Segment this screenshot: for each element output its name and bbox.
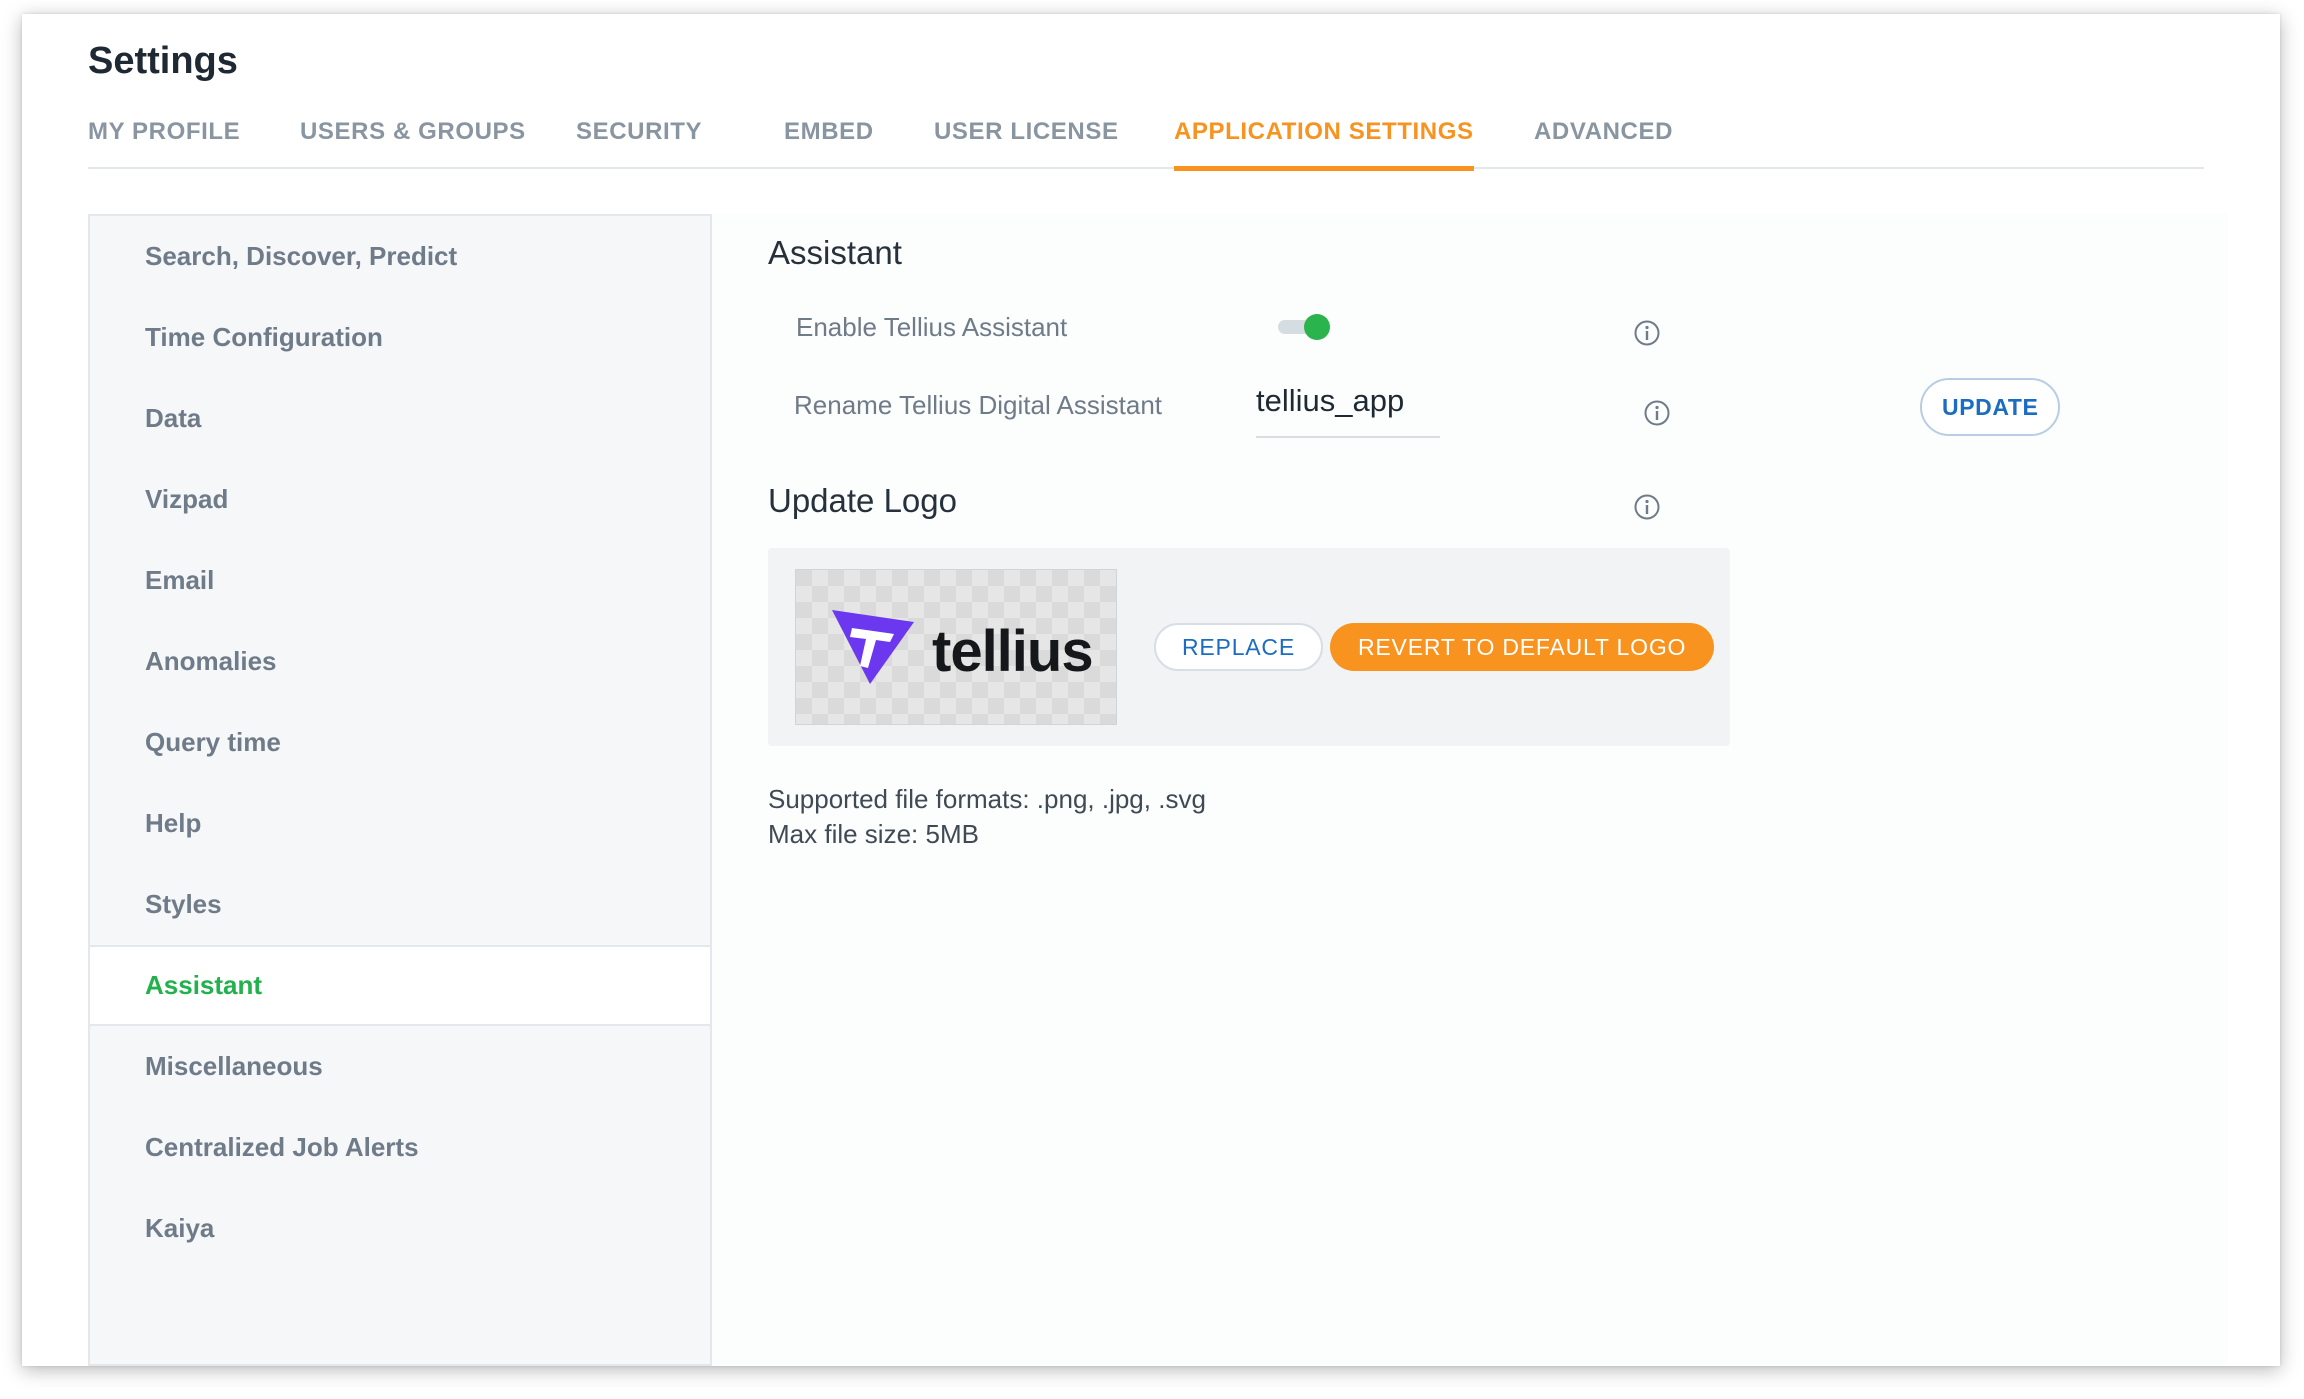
logo-preview: tellius	[795, 569, 1117, 725]
sidebar-item-assistant[interactable]: Assistant	[90, 945, 710, 1026]
sidebar-item-vizpad[interactable]: Vizpad	[90, 459, 710, 540]
replace-logo-button[interactable]: REPLACE	[1154, 623, 1323, 671]
max-file-size-note: Max file size: 5MB	[768, 819, 979, 849]
tellius-logo-mark-icon	[832, 610, 914, 684]
settings-tabs: MY PROFILE USERS & GROUPS SECURITY EMBED…	[88, 102, 2204, 171]
rename-assistant-label: Rename Tellius Digital Assistant	[794, 390, 1163, 420]
sidebar-item-query-time[interactable]: Query time	[90, 702, 710, 783]
tab-security[interactable]: SECURITY	[576, 102, 702, 169]
tab-user-license[interactable]: USER LICENSE	[934, 102, 1119, 169]
assistant-section-title: Assistant	[768, 234, 902, 271]
settings-sidebar: Search, Discover, Predict Time Configura…	[88, 214, 712, 1366]
settings-content: Assistant Enable Tellius Assistant Renam…	[712, 214, 2228, 1366]
info-icon[interactable]	[1632, 318, 1662, 348]
supported-formats-note: Supported file formats: .png, .jpg, .svg	[768, 784, 1206, 814]
sidebar-item-anomalies[interactable]: Anomalies	[90, 621, 710, 702]
sidebar-item-centralized-job-alerts[interactable]: Centralized Job Alerts	[90, 1107, 710, 1188]
sidebar-item-time-configuration[interactable]: Time Configuration	[90, 297, 710, 378]
assistant-name-input[interactable]	[1256, 374, 1440, 438]
sidebar-item-search-discover-predict[interactable]: Search, Discover, Predict	[90, 216, 710, 297]
tab-users-groups[interactable]: USERS & GROUPS	[300, 102, 526, 169]
sidebar-item-email[interactable]: Email	[90, 540, 710, 621]
settings-window: Settings MY PROFILE USERS & GROUPS SECUR…	[22, 14, 2280, 1366]
revert-default-logo-button[interactable]: REVERT TO DEFAULT LOGO	[1330, 623, 1715, 671]
tab-embed[interactable]: EMBED	[784, 102, 874, 169]
enable-assistant-toggle[interactable]	[1278, 312, 1330, 340]
sidebar-item-styles[interactable]: Styles	[90, 864, 710, 945]
sidebar-item-help[interactable]: Help	[90, 783, 710, 864]
update-logo-title: Update Logo	[768, 482, 957, 519]
logo-panel: tellius REPLACE REVERT TO DEFAULT LOGO	[768, 548, 1730, 746]
enable-assistant-label: Enable Tellius Assistant	[796, 312, 1068, 342]
sidebar-item-kaiya[interactable]: Kaiya	[90, 1188, 710, 1269]
sidebar-item-data[interactable]: Data	[90, 378, 710, 459]
update-button[interactable]: UPDATE	[1920, 378, 2061, 436]
toggle-knob	[1304, 314, 1330, 340]
info-icon[interactable]	[1642, 398, 1672, 428]
logo-wordmark: tellius	[932, 619, 1094, 684]
tab-my-profile[interactable]: MY PROFILE	[88, 102, 240, 169]
sidebar-item-miscellaneous[interactable]: Miscellaneous	[90, 1026, 710, 1107]
info-icon[interactable]	[1632, 492, 1662, 522]
tab-advanced[interactable]: ADVANCED	[1534, 102, 1673, 169]
page-title: Settings	[88, 40, 238, 82]
tab-application-settings[interactable]: APPLICATION SETTINGS	[1174, 102, 1474, 171]
